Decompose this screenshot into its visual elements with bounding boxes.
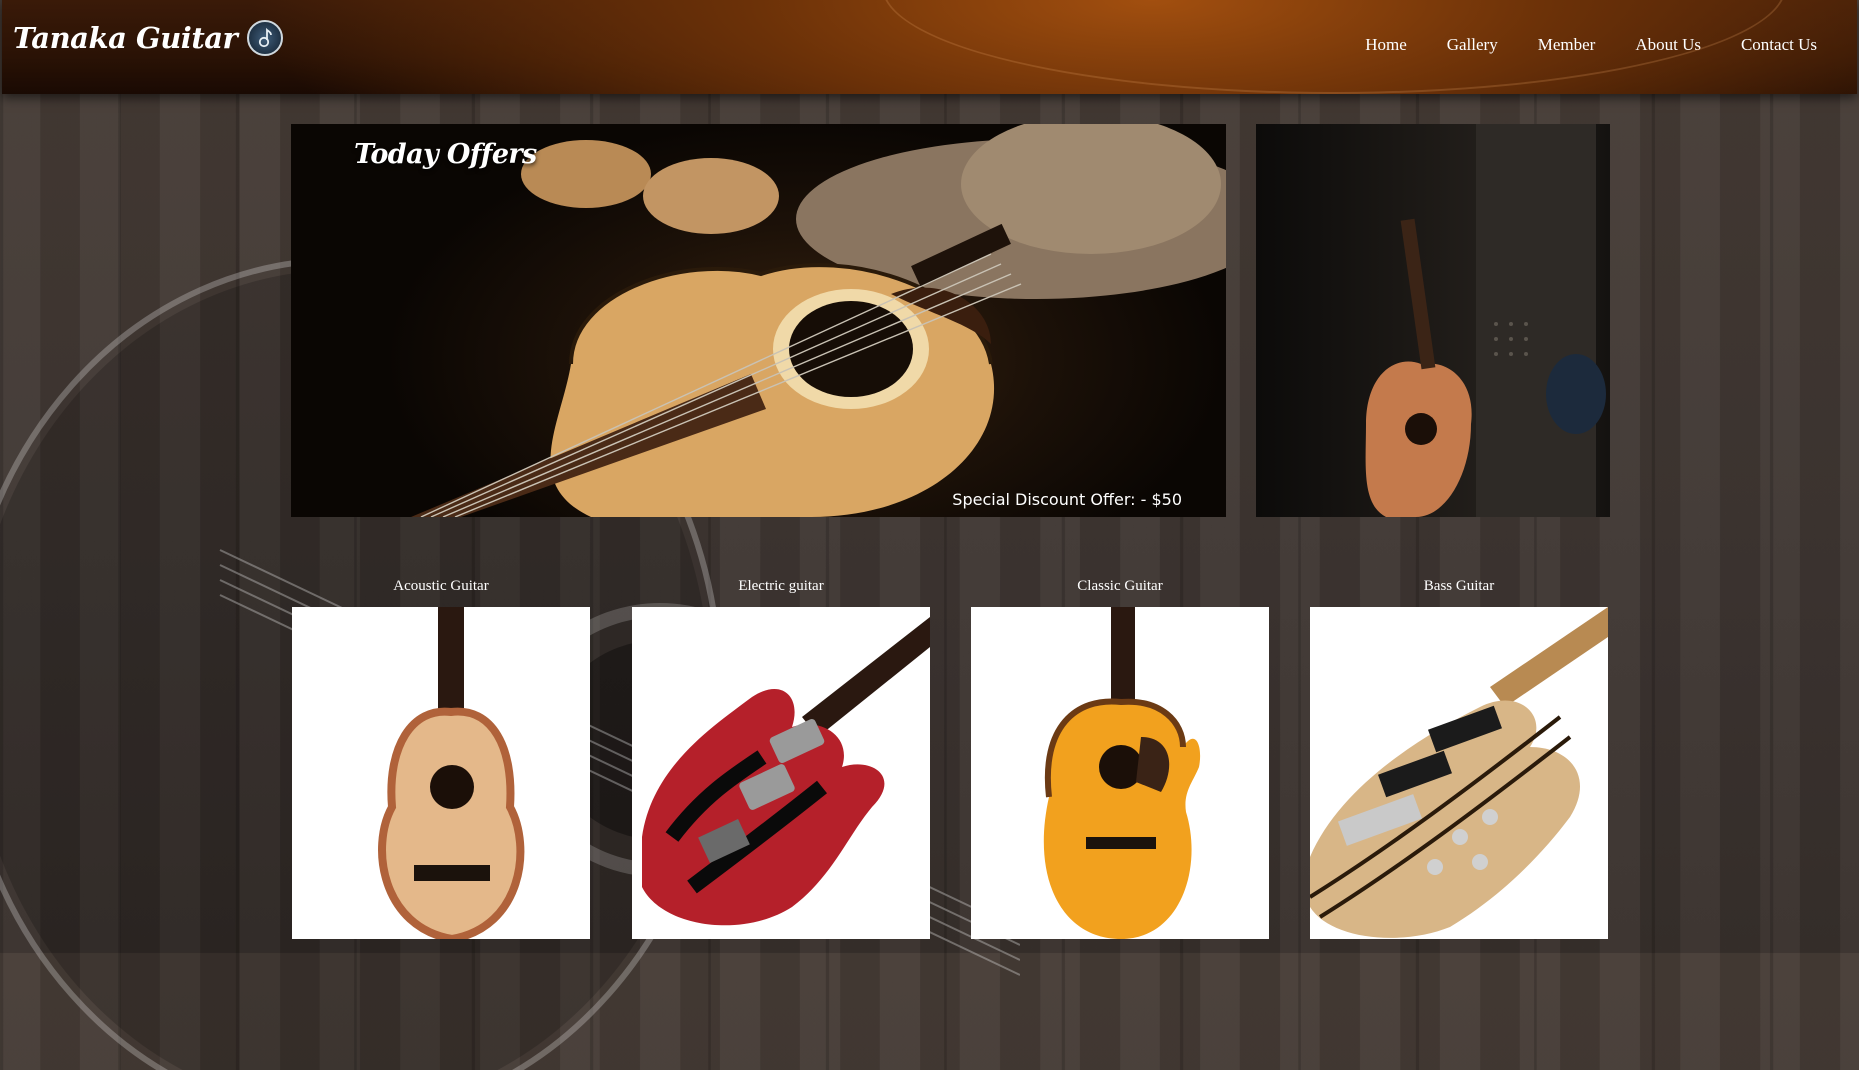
- category-label[interactable]: Acoustic Guitar: [292, 575, 590, 607]
- category-electric: Electric guitar: [632, 575, 930, 939]
- category-bass: Bass Guitar: [1310, 575, 1608, 939]
- side-guitar-photo[interactable]: [1256, 124, 1610, 517]
- hero-title: Today Offers: [354, 139, 537, 170]
- nav-contact-us[interactable]: Contact Us: [1741, 35, 1817, 55]
- acoustic-guitar-image[interactable]: [292, 607, 590, 939]
- nav-member[interactable]: Member: [1538, 35, 1596, 55]
- main-nav: Home Gallery Member About Us Contact Us: [1365, 35, 1817, 55]
- category-classic: Classic Guitar: [971, 575, 1269, 939]
- category-label[interactable]: Classic Guitar: [971, 575, 1269, 607]
- classic-guitar-image[interactable]: [971, 607, 1269, 939]
- electric-guitar-image[interactable]: [632, 607, 930, 939]
- nav-about-us[interactable]: About Us: [1635, 35, 1701, 55]
- discount-offer-text: Special Discount Offer: - $50: [952, 490, 1182, 509]
- hero-guitar-image: [411, 124, 1226, 517]
- hero-banner[interactable]: Today Offers Special Discount Offer: - $…: [291, 124, 1226, 517]
- guitar-logo-icon: [247, 20, 284, 56]
- bass-guitar-image[interactable]: [1310, 607, 1608, 939]
- nav-gallery[interactable]: Gallery: [1447, 35, 1498, 55]
- category-label[interactable]: Electric guitar: [632, 575, 930, 607]
- category-label[interactable]: Bass Guitar: [1310, 575, 1608, 607]
- category-acoustic: Acoustic Guitar: [292, 575, 590, 939]
- brand[interactable]: Tanaka Guitar: [13, 20, 284, 56]
- side-guitar-image: [1365, 124, 1606, 517]
- brand-title[interactable]: Tanaka Guitar: [13, 21, 238, 55]
- site-header: Tanaka Guitar Home Gallery Member About …: [2, 0, 1857, 94]
- nav-home[interactable]: Home: [1365, 35, 1407, 55]
